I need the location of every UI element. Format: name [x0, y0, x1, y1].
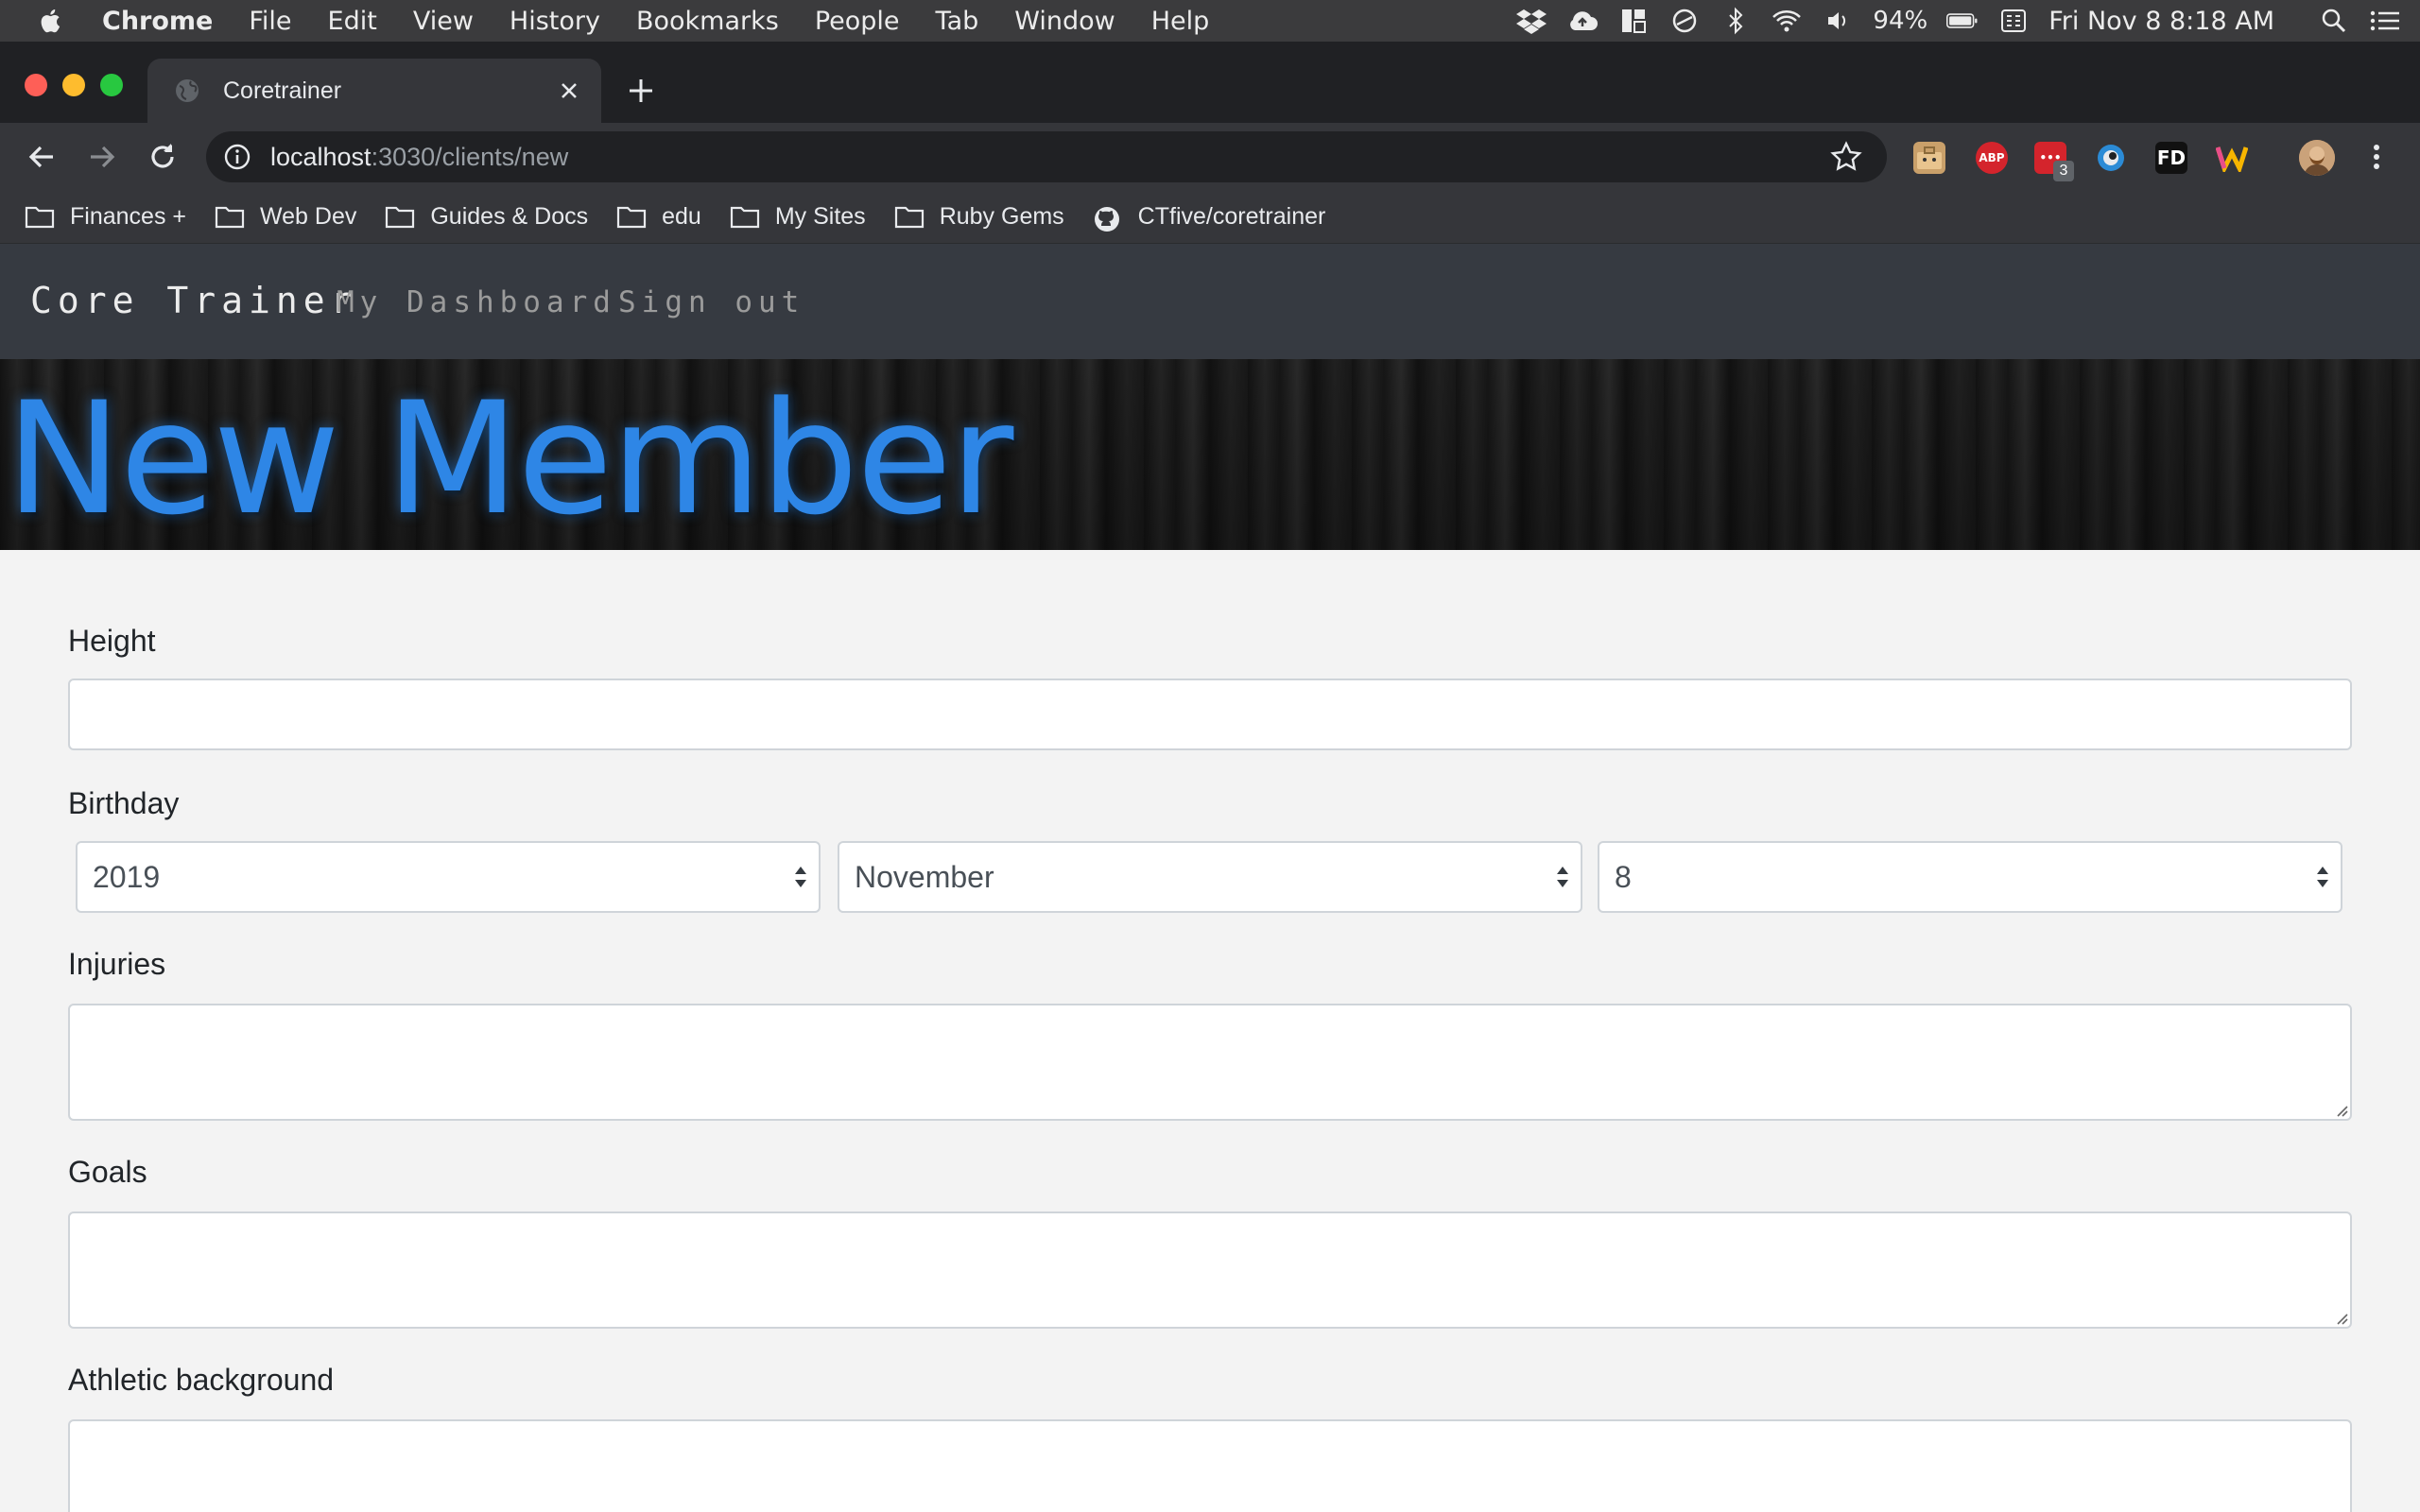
- athletic-background-textarea[interactable]: [68, 1419, 2352, 1512]
- sync-circle-icon[interactable]: [1668, 7, 1701, 35]
- bookmark-label: Web Dev: [260, 203, 357, 230]
- goals-label: Goals: [68, 1155, 147, 1189]
- battery-percent: 94%: [1873, 7, 1928, 35]
- injuries-label: Injuries: [68, 947, 166, 981]
- status-area: 94% Fri Nov 8 8:18 AM: [1515, 0, 2420, 42]
- folder-icon: [385, 205, 415, 230]
- window-manager-icon[interactable]: [1617, 7, 1650, 35]
- extension-badge-count: 3: [2053, 161, 2074, 181]
- birthday-year-select[interactable]: 2019: [76, 841, 821, 913]
- folder-icon: [894, 205, 925, 230]
- nav-sign-out[interactable]: Sign out: [618, 285, 804, 319]
- injuries-textarea[interactable]: [68, 1004, 2352, 1121]
- bookmark-guides-docs[interactable]: Guides & Docs: [385, 203, 588, 231]
- folder-icon: [215, 205, 245, 230]
- window-minimize-button[interactable]: [62, 74, 85, 96]
- resize-grip-icon[interactable]: [2333, 1102, 2348, 1117]
- forward-arrow-icon[interactable]: [85, 140, 119, 174]
- birthday-label: Birthday: [68, 786, 180, 820]
- bookmark-label: Ruby Gems: [939, 203, 1064, 230]
- globe-icon: [174, 77, 200, 104]
- bookmark-label: CTfive/coretrainer: [1137, 203, 1326, 230]
- bookmark-label: edu: [662, 203, 701, 230]
- wifi-icon[interactable]: [1771, 7, 1803, 35]
- bookmark-coretrainer-repo[interactable]: CTfive/coretrainer: [1093, 203, 1326, 232]
- url-path: :3030/clients/new: [371, 142, 569, 171]
- adblock-plus-icon[interactable]: ABP: [1976, 142, 2008, 174]
- select-arrows-icon: [1554, 861, 1571, 893]
- folder-icon: [25, 205, 55, 230]
- height-input[interactable]: [68, 679, 2352, 750]
- bookmark-star-icon[interactable]: [1830, 141, 1862, 173]
- tab-title: Coretrainer: [223, 77, 342, 104]
- brand-link[interactable]: Core Trainer: [30, 280, 358, 321]
- nav-my-dashboard[interactable]: My Dashboard: [337, 285, 616, 319]
- bookmark-ruby-gems[interactable]: Ruby Gems: [894, 203, 1064, 231]
- tab-close-icon[interactable]: [556, 77, 582, 104]
- bookmark-my-sites[interactable]: My Sites: [730, 203, 866, 231]
- goals-textarea[interactable]: [68, 1211, 2352, 1329]
- bookmark-finances[interactable]: Finances +: [25, 203, 186, 231]
- menu-view[interactable]: View: [413, 7, 474, 36]
- cloud-upload-icon[interactable]: [1566, 7, 1599, 35]
- dropbox-icon[interactable]: [1515, 7, 1547, 35]
- volume-icon[interactable]: [1822, 7, 1854, 35]
- apple-icon[interactable]: [38, 7, 66, 35]
- select-arrows-icon: [2314, 861, 2331, 893]
- menu-history[interactable]: History: [510, 7, 600, 36]
- window-close-button[interactable]: [25, 74, 47, 96]
- folder-icon: [730, 205, 760, 230]
- spotlight-search-icon[interactable]: [2318, 7, 2350, 35]
- fd-extension-icon[interactable]: FD: [2155, 142, 2187, 174]
- bookmark-web-dev[interactable]: Web Dev: [215, 203, 356, 231]
- site-info-icon[interactable]: [223, 143, 251, 171]
- folder-icon: [616, 205, 647, 230]
- menu-window[interactable]: Window: [1014, 7, 1115, 36]
- toolbox-extension-icon[interactable]: [1913, 142, 1945, 174]
- input-source-icon[interactable]: [1997, 7, 2030, 35]
- url-host: localhost: [270, 142, 372, 171]
- birthday-month-value: November: [855, 859, 994, 894]
- page-title: New Member: [6, 369, 1013, 549]
- macos-menubar: Chrome File Edit View History Bookmarks …: [0, 0, 2420, 42]
- height-label: Height: [68, 624, 156, 658]
- menu-people[interactable]: People: [815, 7, 900, 36]
- github-icon: [1093, 205, 1123, 232]
- birthday-year-value: 2019: [93, 859, 161, 894]
- bookmarks-bar: Finances + Web Dev Guides & Docs edu My …: [0, 191, 2420, 244]
- bookmark-label: Guides & Docs: [430, 203, 589, 230]
- window-zoom-button[interactable]: [100, 74, 123, 96]
- w-extension-icon[interactable]: [2216, 142, 2248, 174]
- eye-extension-icon[interactable]: [2095, 142, 2127, 174]
- address-bar[interactable]: localhost:3030/clients/new: [206, 131, 1887, 182]
- menu-file[interactable]: File: [249, 7, 291, 36]
- menu-bookmarks[interactable]: Bookmarks: [636, 7, 779, 36]
- select-arrows-icon: [792, 861, 809, 893]
- birthday-month-select[interactable]: November: [838, 841, 1582, 913]
- menu-tab[interactable]: Tab: [936, 7, 979, 36]
- menu-app-name[interactable]: Chrome: [102, 7, 213, 36]
- tab-coretrainer[interactable]: Coretrainer: [147, 59, 601, 123]
- bluetooth-icon[interactable]: [1720, 7, 1752, 35]
- birthday-day-value: 8: [1615, 859, 1632, 894]
- bookmark-label: Finances +: [70, 203, 186, 230]
- profile-avatar[interactable]: [2299, 140, 2335, 176]
- back-arrow-icon[interactable]: [25, 140, 59, 174]
- resize-grip-icon[interactable]: [2333, 1310, 2348, 1325]
- birthday-day-select[interactable]: 8: [1598, 841, 2342, 913]
- new-tab-plus-icon[interactable]: [626, 76, 656, 106]
- url-text[interactable]: localhost:3030/clients/new: [270, 143, 1830, 172]
- battery-icon[interactable]: [1946, 7, 1979, 35]
- menu-edit[interactable]: Edit: [328, 7, 377, 36]
- notification-center-icon[interactable]: [2369, 7, 2401, 35]
- bookmark-edu[interactable]: edu: [616, 203, 701, 231]
- athletic-background-label: Athletic background: [68, 1363, 335, 1397]
- menu-help[interactable]: Help: [1151, 7, 1210, 36]
- menubar-clock[interactable]: Fri Nov 8 8:18 AM: [2048, 7, 2274, 36]
- chrome-menu-icon[interactable]: [2367, 140, 2386, 174]
- reload-icon[interactable]: [146, 140, 180, 174]
- bookmark-label: My Sites: [774, 203, 866, 230]
- hero-banner: New Member: [0, 359, 2420, 550]
